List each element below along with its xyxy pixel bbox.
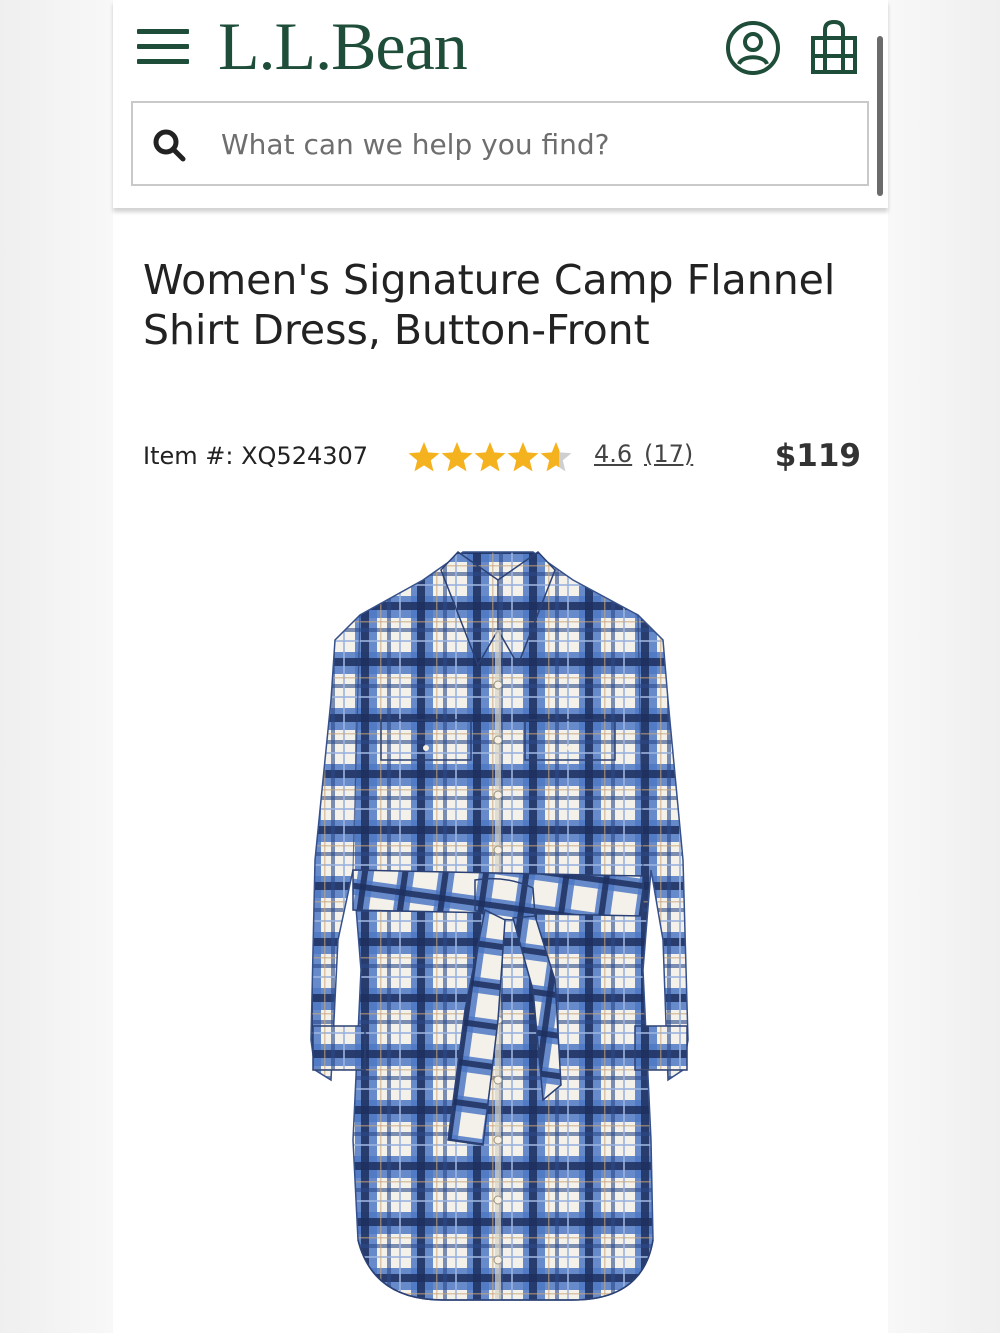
account-icon[interactable] bbox=[725, 20, 781, 76]
plaid-shirt-dress-image[interactable] bbox=[243, 540, 753, 1310]
search-bar[interactable] bbox=[131, 101, 869, 186]
product-price: $119 bbox=[774, 438, 861, 474]
hamburger-menu-icon[interactable] bbox=[137, 27, 191, 67]
right-backdrop bbox=[887, 0, 1000, 1333]
rating-value-link[interactable]: 4.6 bbox=[594, 440, 632, 468]
product-title: Women's Signature Camp Flannel Shirt Dre… bbox=[143, 256, 836, 354]
mobile-page: L.L.Bean What can we help you find? Wome… bbox=[113, 0, 888, 1333]
shopping-bag-icon[interactable] bbox=[807, 18, 861, 76]
site-header: L.L.Bean bbox=[113, 0, 888, 208]
search-icon[interactable] bbox=[151, 127, 187, 163]
brand-logo[interactable]: L.L.Bean bbox=[218, 6, 468, 86]
review-count-link[interactable]: (17) bbox=[644, 440, 693, 468]
search-input[interactable] bbox=[221, 119, 841, 169]
item-number: Item #: XQ524307 bbox=[143, 442, 369, 470]
left-backdrop bbox=[0, 0, 113, 1333]
star-rating-icon[interactable] bbox=[406, 436, 576, 476]
product-meta-row: Item #: XQ524307 4.6 (17) $119 bbox=[143, 432, 863, 482]
scrollbar[interactable] bbox=[877, 36, 883, 196]
